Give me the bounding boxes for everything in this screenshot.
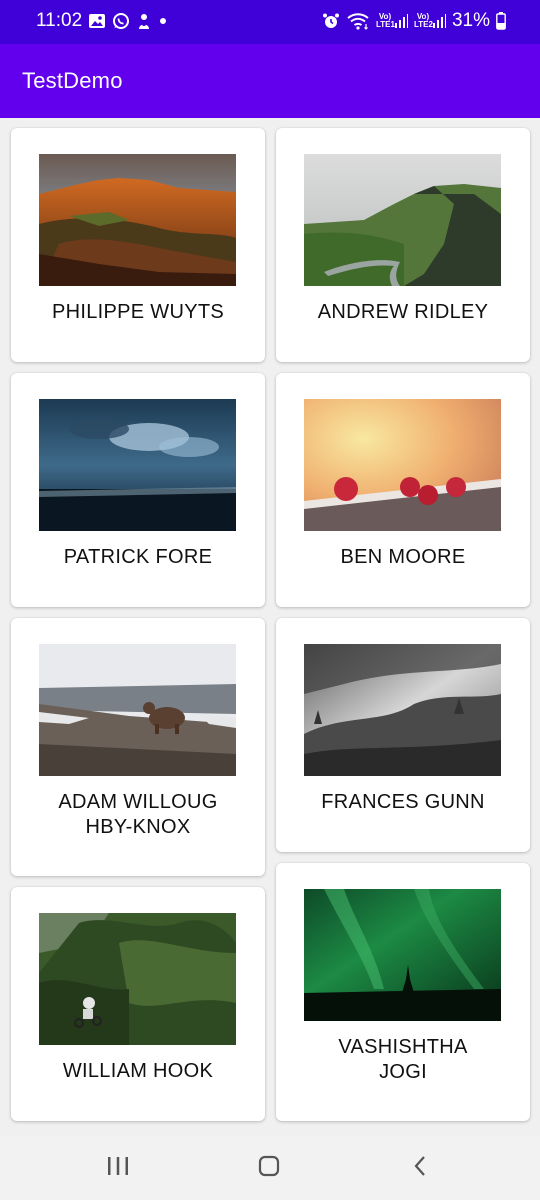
home-icon — [258, 1155, 280, 1182]
whatsapp-icon — [112, 12, 130, 30]
bear-on-hill-photo — [39, 644, 236, 776]
signal-lte2-icon: Vo) LTE2 — [414, 13, 446, 29]
recents-button[interactable] — [98, 1154, 138, 1182]
photographer-name: ADAM WILLOUG HBY-KNOX — [21, 790, 255, 840]
photo-grid[interactable]: PHILIPPE WUYTS ANDREW RIDLEY PATRICK FOR… — [0, 118, 540, 1136]
green-mountain-road-photo — [304, 154, 501, 286]
photographer-name: BEN MOORE — [340, 546, 466, 568]
status-bar: 11:02 Vo) LTE1 Vo) LTE2 31% — [0, 0, 540, 44]
photo-card[interactable]: WILLIAM HOOK — [11, 887, 265, 1121]
red-rock-canyon-photo — [39, 154, 236, 286]
app-icon — [136, 12, 152, 30]
app-bar: TestDemo — [0, 44, 540, 118]
photo-card[interactable]: ADAM WILLOUG HBY-KNOX — [11, 618, 265, 876]
photo-card[interactable]: ANDREW RIDLEY — [276, 128, 530, 362]
home-button[interactable] — [249, 1154, 289, 1182]
misty-forest-photo — [304, 644, 501, 776]
back-button[interactable] — [400, 1154, 440, 1182]
dot-icon — [158, 16, 168, 26]
status-left: 11:02 — [36, 10, 168, 32]
back-icon — [413, 1155, 427, 1182]
photo-card[interactable]: PATRICK FORE — [11, 373, 265, 607]
status-time: 11:02 — [36, 10, 83, 31]
signal-lte1-icon: Vo) LTE1 — [376, 13, 408, 29]
navigation-bar — [0, 1136, 540, 1200]
lte1-label-bottom: LTE1 — [375, 20, 395, 29]
photo-card[interactable]: VASHISHTHA JOGI — [276, 863, 530, 1121]
wifi-icon — [346, 12, 370, 30]
status-right: Vo) LTE1 Vo) LTE2 31% — [322, 10, 506, 32]
lte2-label-bottom: LTE2 — [413, 20, 433, 29]
alarm-icon — [322, 12, 340, 30]
photographer-name: PHILIPPE WUYTS — [51, 301, 224, 323]
battery-percent: 31% — [451, 10, 490, 31]
photographer-name: FRANCES GUNN — [321, 791, 485, 813]
aurora-photo — [304, 889, 501, 1021]
photographer-name: WILLIAM HOOK — [62, 1060, 214, 1082]
photo-card[interactable]: FRANCES GUNN — [276, 618, 530, 852]
raspberries-photo — [304, 399, 501, 531]
app-title: TestDemo — [22, 68, 123, 93]
name-line-1: ADAM WILLOUG — [58, 791, 218, 813]
photo-card[interactable]: PHILIPPE WUYTS — [11, 128, 265, 362]
photographer-name: PATRICK FORE — [63, 546, 213, 568]
name-line-2: HBY-KNOX — [85, 816, 191, 838]
gallery-icon — [88, 12, 106, 30]
photographer-name: ANDREW RIDLEY — [317, 301, 489, 323]
photographer-name: VASHISHTHA JOGI — [286, 1035, 520, 1085]
name-line-1: VASHISHTHA — [338, 1036, 468, 1058]
recents-icon — [107, 1156, 129, 1181]
stormy-sea-photo — [39, 399, 236, 531]
name-line-2: JOGI — [379, 1061, 427, 1083]
battery-icon — [496, 12, 506, 30]
photo-card[interactable]: BEN MOORE — [276, 373, 530, 607]
mountain-biker-forest-photo — [39, 913, 236, 1045]
